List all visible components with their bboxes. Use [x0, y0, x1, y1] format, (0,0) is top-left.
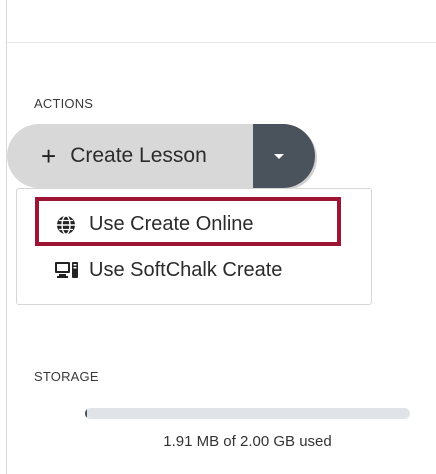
storage-usage-bar: [85, 408, 410, 419]
create-lesson-split-button: + Create Lesson: [7, 124, 315, 188]
highlight-annotation: [35, 197, 341, 246]
desktop-computer-icon: [55, 260, 78, 282]
storage-usage-text: 1.91 MB of 2.00 GB used: [163, 433, 332, 450]
plus-icon: +: [41, 141, 57, 171]
top-divider: [6, 42, 436, 43]
actions-section-label: ACTIONS: [34, 96, 94, 111]
left-divider: [6, 0, 7, 474]
create-options-dropdown-toggle[interactable]: [253, 124, 315, 188]
menu-item-label: Use SoftChalk Create: [89, 259, 283, 281]
storage-section-label: STORAGE: [34, 369, 99, 384]
create-lesson-label: Create Lesson: [70, 144, 207, 167]
menu-item-use-softchalk-create[interactable]: Use SoftChalk Create: [55, 259, 282, 282]
caret-down-icon: [274, 154, 284, 159]
create-lesson-button[interactable]: + Create Lesson: [7, 124, 287, 188]
storage-usage-fill: [85, 408, 87, 419]
